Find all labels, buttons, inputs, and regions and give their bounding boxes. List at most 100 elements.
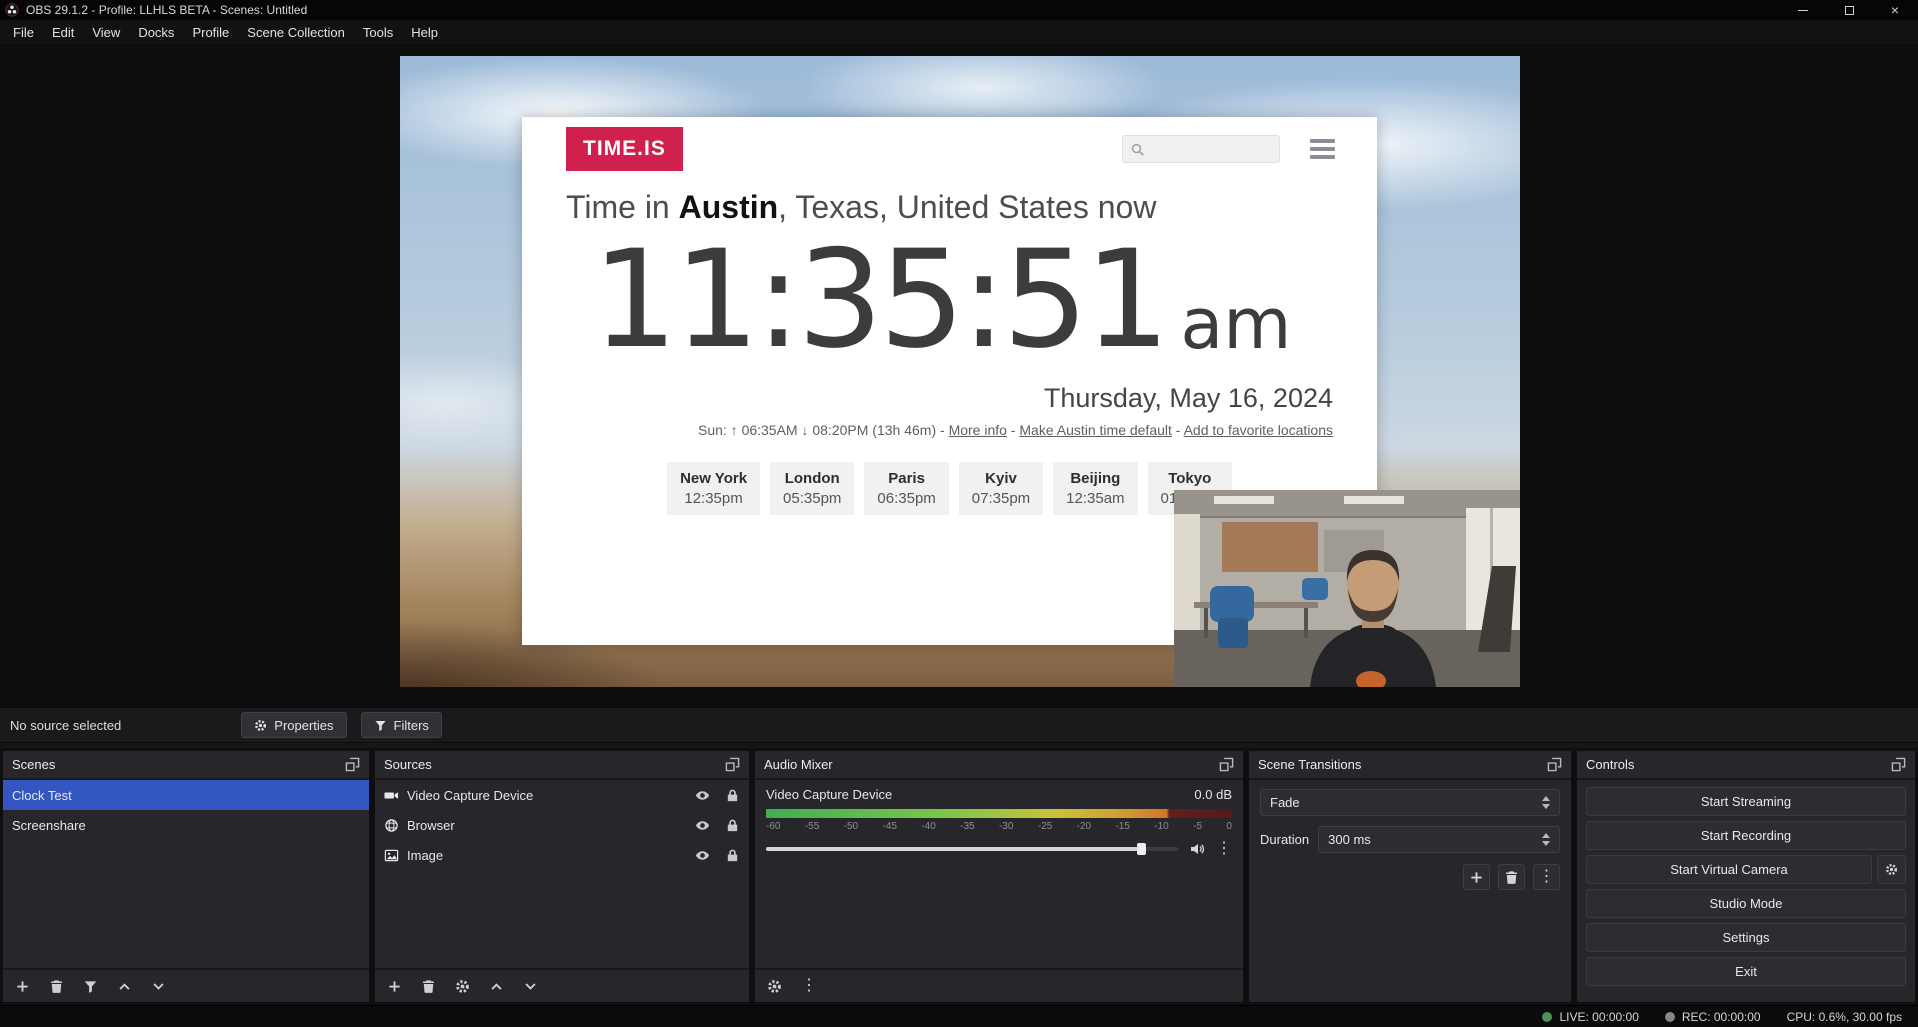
window-controls: × [1780, 0, 1918, 20]
lock-icon[interactable] [725, 818, 740, 833]
move-source-up-button[interactable] [489, 979, 504, 994]
menu-file[interactable]: File [4, 25, 43, 40]
start-streaming-button[interactable]: Start Streaming [1586, 787, 1906, 816]
city-time-box: Kyiv07:35pm [959, 462, 1043, 515]
scenes-list: Clock Test Screenshare [3, 780, 369, 968]
mixer-menu-button[interactable]: ⋮ [801, 978, 817, 994]
lock-icon[interactable] [725, 788, 740, 803]
volume-slider-fill [766, 847, 1141, 851]
more-info-link: More info [949, 422, 1007, 438]
scenes-dock-header[interactable]: Scenes [3, 751, 369, 780]
menu-scene-collection[interactable]: Scene Collection [238, 25, 354, 40]
duration-spinbox[interactable]: 300 ms [1318, 826, 1560, 853]
visibility-eye-icon[interactable] [695, 848, 710, 863]
popout-icon[interactable] [725, 757, 740, 772]
selected-source-toolbar: No source selected Properties Filters [0, 707, 1918, 743]
popout-icon[interactable] [1547, 757, 1562, 772]
move-scene-up-button[interactable] [117, 979, 132, 994]
remove-scene-button[interactable] [49, 979, 64, 994]
maximize-button[interactable] [1826, 0, 1872, 20]
popout-icon[interactable] [1891, 757, 1906, 772]
search-icon [1130, 142, 1145, 157]
timeis-heading-city: Austin [679, 189, 779, 225]
transitions-body: Fade Duration 300 ms ⋮ [1249, 780, 1571, 1002]
source-row-browser[interactable]: Browser [375, 810, 749, 840]
speaker-mute-button[interactable] [1189, 841, 1205, 857]
gear-icon [254, 719, 267, 732]
timeis-heading: Time in Austin, Texas, United States now [522, 171, 1377, 226]
meter-tick-label: -40 [921, 821, 935, 832]
preview-area: TIME.IS Time in Austin, Texas, United St… [0, 45, 1918, 707]
meter-tick-label: -10 [1154, 821, 1168, 832]
volume-slider[interactable] [766, 842, 1178, 856]
source-properties-button[interactable] [455, 979, 470, 994]
popout-icon[interactable] [345, 757, 360, 772]
select-arrows-icon[interactable] [1542, 796, 1550, 809]
controls-dock-header[interactable]: Controls [1577, 751, 1915, 780]
timeis-sun-line: Sun: ↑ 06:35AM ↓ 08:20PM (13h 46m) - Mor… [522, 422, 1377, 438]
controls-dock: Controls Start Streaming Start Recording… [1576, 750, 1916, 1003]
move-source-down-button[interactable] [523, 979, 538, 994]
advanced-audio-button[interactable] [767, 979, 782, 994]
scene-item-clock-test[interactable]: Clock Test [3, 780, 369, 810]
clock-ampm: am [1180, 289, 1291, 359]
source-row-image[interactable]: Image [375, 840, 749, 870]
city-time-box: London05:35pm [770, 462, 854, 515]
menu-help[interactable]: Help [402, 25, 447, 40]
spinbox-arrows-icon[interactable] [1542, 833, 1550, 846]
remove-transition-button[interactable] [1498, 864, 1525, 890]
source-row-video-capture[interactable]: Video Capture Device [375, 780, 749, 810]
start-recording-button[interactable]: Start Recording [1586, 821, 1906, 850]
menu-edit[interactable]: Edit [43, 25, 83, 40]
transition-menu-button[interactable]: ⋮ [1533, 864, 1560, 890]
properties-button[interactable]: Properties [241, 712, 346, 738]
menu-profile[interactable]: Profile [183, 25, 238, 40]
move-scene-down-button[interactable] [151, 979, 166, 994]
start-virtual-camera-button[interactable]: Start Virtual Camera [1586, 855, 1872, 884]
minimize-button[interactable] [1780, 0, 1826, 20]
meter-tick-label: -20 [1077, 821, 1091, 832]
studio-mode-button[interactable]: Studio Mode [1586, 889, 1906, 918]
timeis-date: Thursday, May 16, 2024 [522, 383, 1377, 414]
add-transition-button[interactable] [1463, 864, 1490, 890]
meter-tick-label: -5 [1193, 821, 1202, 832]
meter-tick-label: -35 [960, 821, 974, 832]
sources-list: Video Capture Device Browser [375, 780, 749, 968]
add-scene-button[interactable] [15, 979, 30, 994]
timeis-logo: TIME.IS [566, 127, 683, 171]
statusbar: LIVE: 00:00:00 REC: 00:00:00 CPU: 0.6%, … [0, 1005, 1918, 1027]
transitions-dock-header[interactable]: Scene Transitions [1249, 751, 1571, 780]
volume-slider-handle[interactable] [1137, 843, 1146, 855]
titlebar: OBS 29.1.2 - Profile: LLHLS BETA - Scene… [0, 0, 1918, 20]
camera-icon [384, 788, 399, 803]
menu-view[interactable]: View [83, 25, 129, 40]
dock-area: Scenes Clock Test Screenshare Sources [0, 748, 1918, 1005]
sources-dock-title: Sources [384, 757, 432, 772]
meter-tick-label: -15 [1115, 821, 1129, 832]
filters-button[interactable]: Filters [361, 712, 442, 738]
lock-icon[interactable] [725, 848, 740, 863]
popout-icon[interactable] [1219, 757, 1234, 772]
transition-select[interactable]: Fade [1260, 789, 1560, 816]
add-favorite-link: Add to favorite locations [1184, 422, 1333, 438]
scene-filters-button[interactable] [83, 979, 98, 994]
cpu-fps-status: CPU: 0.6%, 30.00 fps [1787, 1010, 1902, 1024]
meter-tick-label: -60 [766, 821, 780, 832]
channel-menu-button[interactable]: ⋮ [1216, 841, 1232, 857]
obs-window: OBS 29.1.2 - Profile: LLHLS BETA - Scene… [0, 0, 1918, 1027]
exit-button[interactable]: Exit [1586, 957, 1906, 986]
settings-button[interactable]: Settings [1586, 923, 1906, 952]
rec-indicator-icon [1665, 1012, 1675, 1022]
menu-tools[interactable]: Tools [354, 25, 402, 40]
virtual-camera-settings-button[interactable] [1877, 855, 1906, 884]
add-source-button[interactable] [387, 979, 402, 994]
scene-item-screenshare[interactable]: Screenshare [3, 810, 369, 840]
close-button[interactable]: × [1872, 0, 1918, 20]
audio-mixer-dock-header[interactable]: Audio Mixer [755, 751, 1243, 780]
visibility-eye-icon[interactable] [695, 788, 710, 803]
visibility-eye-icon[interactable] [695, 818, 710, 833]
sources-dock-header[interactable]: Sources [375, 751, 749, 780]
webcam-overlay[interactable] [1174, 490, 1520, 687]
remove-source-button[interactable] [421, 979, 436, 994]
menu-docks[interactable]: Docks [129, 25, 183, 40]
